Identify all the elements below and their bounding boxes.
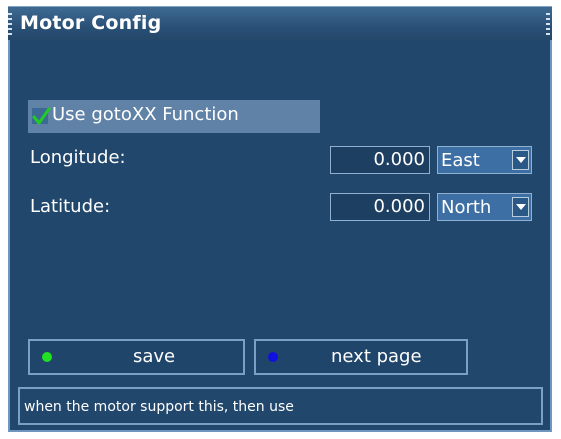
title-grip-left-icon [8,13,12,35]
goto-function-option[interactable]: Use gotoXX Function [28,100,320,133]
goto-label: Use gotoXX Function [52,104,239,125]
checkmark-icon [32,107,51,125]
next-page-button-label: next page [331,346,422,367]
latitude-input[interactable]: 0.000 [330,193,430,221]
longitude-input[interactable]: 0.000 [330,146,430,174]
window-title: Motor Config [20,12,162,34]
motor-config-window: Motor Config Use gotoXX Function Longitu… [0,0,561,439]
longitude-direction-select[interactable]: East [437,146,532,174]
save-button-label: save [133,346,176,367]
longitude-dropdown-button[interactable] [512,150,529,170]
longitude-direction-value: East [441,150,480,171]
help-text: when the motor support this, then use [24,399,294,415]
longitude-label: Longitude: [30,147,126,168]
title-bar: Motor Config [8,6,552,41]
latitude-label: Latitude: [30,196,111,217]
next-page-button[interactable]: next page [254,339,468,375]
green-dot-icon [42,352,52,362]
title-grip-right-icon [546,13,550,35]
latitude-dropdown-button[interactable] [512,197,529,217]
chevron-down-icon [516,204,526,210]
goto-checkbox[interactable] [32,107,51,125]
chevron-down-icon [516,157,526,163]
latitude-direction-select[interactable]: North [437,193,532,221]
help-bar: when the motor support this, then use [18,387,543,425]
save-button[interactable]: save [28,339,245,375]
latitude-direction-value: North [441,197,492,218]
blue-dot-icon [268,352,278,362]
config-panel: Use gotoXX Function Longitude: 0.000 Eas… [8,40,552,432]
